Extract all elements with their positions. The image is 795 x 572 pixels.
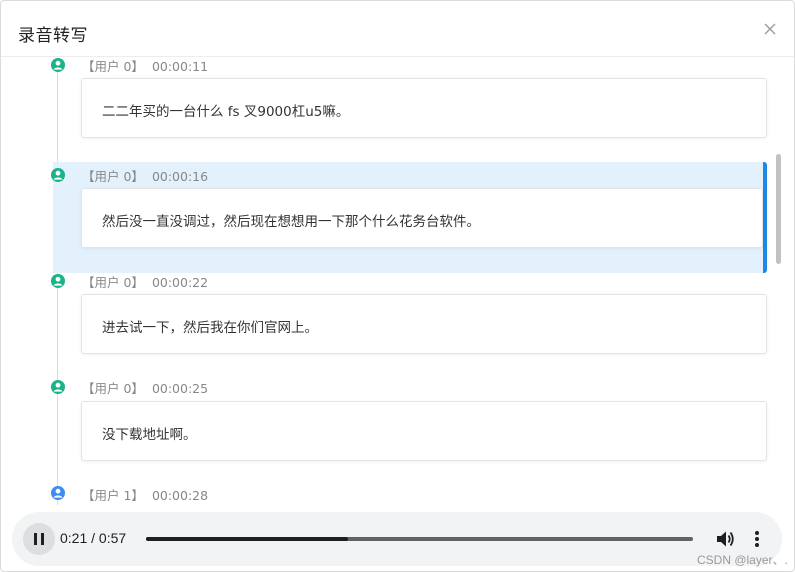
seek-progress <box>146 537 348 541</box>
user-avatar-icon <box>51 273 65 288</box>
transcription-dialog: 录音转写 【用户 0】 00:00:11 二二年买的一台什么 fs 叉9000杠u… <box>0 0 795 572</box>
transcript-item[interactable]: 【用户 0】 00:00:25 没下载地址啊。 <box>1 378 767 478</box>
transcript-item[interactable]: 【用户 0】 00:00:22 进去试一下，然后我在你们官网上。 <box>1 272 767 372</box>
utterance-meta: 【用户 0】 00:00:11 <box>82 58 208 75</box>
transcript-list[interactable]: 【用户 0】 00:00:11 二二年买的一台什么 fs 叉9000杠u5嘛。 【… <box>1 58 794 505</box>
watermark: CSDN @layer、. <box>697 553 788 567</box>
utterance-text: 没下载地址啊。 <box>102 427 197 443</box>
seek-slider[interactable] <box>146 537 693 541</box>
user-avatar-icon <box>51 379 65 394</box>
utterance-text: 然后没一直没调过，然后现在想想用一下那个什么花务台软件。 <box>102 214 480 230</box>
user-avatar-icon <box>51 167 65 182</box>
utterance-card[interactable]: 二二年买的一台什么 fs 叉9000杠u5嘛。 <box>81 78 767 138</box>
pause-icon <box>34 533 37 545</box>
transcript-item[interactable]: 【用户 1】 00:00:28 <box>1 485 766 505</box>
timestamp: 00:00:22 <box>151 275 209 290</box>
speaker-label: 【用户 0】 <box>82 381 144 396</box>
scrollbar-thumb[interactable] <box>776 154 781 264</box>
utterance-text: 进去试一下，然后我在你们官网上。 <box>102 320 318 336</box>
utterance-card[interactable]: 进去试一下，然后我在你们官网上。 <box>81 294 767 354</box>
timestamp: 00:00:16 <box>151 169 209 184</box>
utterance-meta: 【用户 0】 00:00:16 <box>82 166 208 185</box>
user-avatar-icon <box>51 485 65 500</box>
pause-icon-bar <box>41 533 44 545</box>
pause-button[interactable] <box>23 523 55 555</box>
speaker-label: 【用户 0】 <box>82 59 144 74</box>
time-display: 0:21 / 0:57 <box>60 530 127 546</box>
timestamp: 00:00:25 <box>151 381 209 396</box>
dialog-header: 录音转写 <box>1 1 794 57</box>
dot <box>755 531 759 535</box>
speaker-label: 【用户 0】 <box>82 275 144 290</box>
speaker-label: 【用户 1】 <box>82 488 144 503</box>
utterance-text: 二二年买的一台什么 fs 叉9000杠u5嘛。 <box>102 104 350 120</box>
speaker-label: 【用户 0】 <box>82 169 144 184</box>
dot <box>755 537 759 541</box>
audio-player: 0:21 / 0:57 <box>12 512 782 566</box>
utterance-meta: 【用户 1】 00:00:28 <box>82 485 208 504</box>
dot <box>755 543 759 547</box>
timestamp: 00:00:28 <box>151 488 209 503</box>
volume-icon[interactable] <box>714 528 736 550</box>
dialog-title: 录音转写 <box>18 26 88 46</box>
transcript-item-active[interactable]: 【用户 0】 00:00:16 然后没一直没调过，然后现在想想用一下那个什么花务台… <box>51 162 767 273</box>
close-icon[interactable] <box>761 20 779 38</box>
timestamp: 00:00:11 <box>151 59 209 74</box>
utterance-card[interactable]: 没下载地址啊。 <box>81 401 767 461</box>
transcript-item[interactable]: 【用户 0】 00:00:11 二二年买的一台什么 fs 叉9000杠u5嘛。 <box>1 58 767 142</box>
utterance-meta: 【用户 0】 00:00:22 <box>82 272 208 291</box>
utterance-card[interactable]: 然后没一直没调过，然后现在想想用一下那个什么花务台软件。 <box>81 188 763 248</box>
utterance-meta: 【用户 0】 00:00:25 <box>82 378 208 397</box>
user-avatar-icon <box>51 58 65 72</box>
more-options-icon[interactable] <box>748 528 766 550</box>
